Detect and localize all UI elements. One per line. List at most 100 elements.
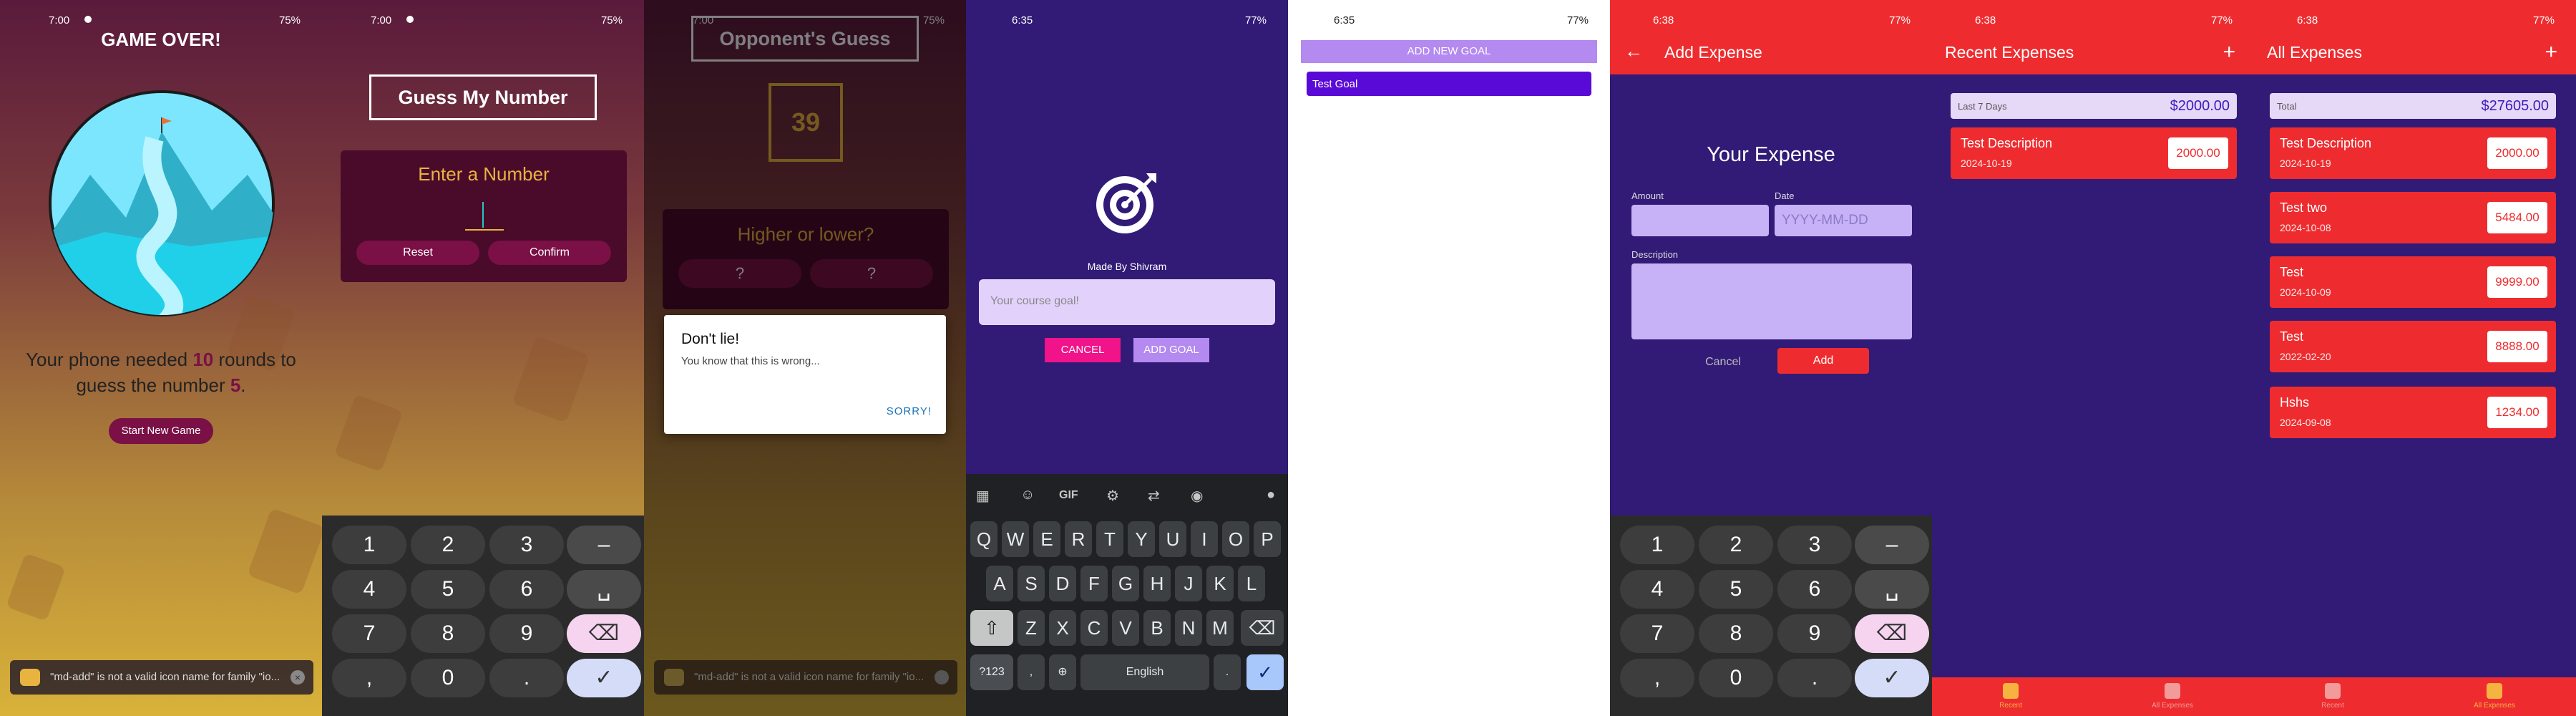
key-6[interactable]: 6 [1777,570,1852,609]
key-m[interactable]: M [1206,610,1234,646]
key-j[interactable]: J [1175,566,1202,601]
cancel-button[interactable]: CANCEL [1045,338,1121,362]
backspace-icon[interactable]: ⌫ [1855,614,1929,653]
key-7[interactable]: 7 [332,614,406,653]
expense-item[interactable]: Test Description 2024-10-19 2000.00 [1951,127,2237,179]
add-icon[interactable]: + [2223,40,2235,64]
add-icon[interactable]: + [2545,40,2557,64]
number-input[interactable] [465,195,504,231]
key-f[interactable]: F [1080,566,1108,601]
space-key[interactable]: English [1080,654,1209,690]
key-p[interactable]: P [1254,521,1281,557]
key-k[interactable]: K [1206,566,1234,601]
add-new-goal-button[interactable]: ADD NEW GOAL [1301,40,1597,63]
tab-all-expenses[interactable]: All Expenses [2129,683,2215,710]
description-input[interactable] [1631,263,1912,339]
key-1[interactable]: 1 [1620,526,1694,564]
shift-icon[interactable]: ⇧ [970,610,1013,646]
key-3[interactable]: 3 [1777,526,1852,564]
translate-icon[interactable]: ⇄ [1148,487,1160,505]
key-0[interactable]: 0 [1699,659,1773,697]
key-w[interactable]: W [1002,521,1029,557]
key-b[interactable]: B [1143,610,1171,646]
key-0[interactable]: 0 [411,659,485,697]
start-new-game-button[interactable]: Start New Game [109,418,213,444]
reset-button[interactable]: Reset [356,241,479,265]
key-t[interactable]: T [1096,521,1123,557]
key-7[interactable]: 7 [1620,614,1694,653]
key-8[interactable]: 8 [411,614,485,653]
key-2[interactable]: 2 [1699,526,1773,564]
gif-button[interactable]: GIF [1059,489,1078,502]
amount-input[interactable] [1631,205,1769,236]
tab-all-expenses[interactable]: All Expenses [2451,683,2537,710]
key-1[interactable]: 1 [332,526,406,564]
globe-icon[interactable]: ⊕ [1049,654,1076,690]
key-comma[interactable]: , [1018,654,1045,690]
date-input[interactable]: YYYY-MM-DD [1775,205,1912,236]
key-n[interactable]: N [1175,610,1202,646]
key-comma[interactable]: , [332,659,406,697]
confirm-button[interactable]: Confirm [488,241,611,265]
backspace-icon[interactable]: ⌫ [1241,610,1284,646]
key-s[interactable]: S [1018,566,1045,601]
expense-item[interactable]: Test Description 2024-10-19 2000.00 [2270,127,2556,179]
key-r[interactable]: R [1065,521,1092,557]
checkmark-icon[interactable]: ✓ [1246,654,1284,690]
key-space[interactable]: ␣ [567,570,641,609]
key-4[interactable]: 4 [1620,570,1694,609]
key-e[interactable]: E [1033,521,1060,557]
close-icon[interactable]: × [291,670,305,684]
key-8[interactable]: 8 [1699,614,1773,653]
goal-list-item[interactable]: Test Goal [1307,72,1591,96]
key-space[interactable]: ␣ [1855,570,1929,609]
key-minus[interactable]: – [567,526,641,564]
sticker-icon[interactable]: ☺ [1020,487,1035,503]
key-comma[interactable]: , [1620,659,1694,697]
key-5[interactable]: 5 [411,570,485,609]
key-a[interactable]: A [986,566,1013,601]
key-minus[interactable]: – [1855,526,1929,564]
key-6[interactable]: 6 [489,570,564,609]
key-9[interactable]: 9 [1777,614,1852,653]
key-2[interactable]: 2 [411,526,485,564]
add-goal-button[interactable]: ADD GOAL [1133,338,1209,362]
key-period[interactable]: . [1214,654,1241,690]
key-5[interactable]: 5 [1699,570,1773,609]
symbols-key[interactable]: ?123 [970,654,1013,690]
key-h[interactable]: H [1143,566,1171,601]
sorry-button[interactable]: SORRY! [887,405,932,417]
error-toast[interactable]: "md-add" is not a valid icon name for fa… [10,660,313,695]
expense-item[interactable]: Test 2024-10-09 9999.00 [2270,256,2556,308]
key-z[interactable]: Z [1018,610,1045,646]
goal-input[interactable]: Your course goal! [979,279,1275,325]
apps-grid-icon[interactable]: ▦ [976,487,990,505]
key-o[interactable]: O [1222,521,1249,557]
cancel-button[interactable]: Cancel [1702,349,1745,375]
key-x[interactable]: X [1049,610,1076,646]
checkmark-icon[interactable]: ✓ [567,659,641,697]
add-button[interactable]: Add [1777,348,1869,374]
palette-icon[interactable]: ◉ [1191,487,1203,505]
backspace-icon[interactable]: ⌫ [567,614,641,653]
key-period[interactable]: . [489,659,564,697]
key-y[interactable]: Y [1128,521,1155,557]
key-v[interactable]: V [1112,610,1139,646]
key-q[interactable]: Q [970,521,997,557]
key-c[interactable]: C [1080,610,1108,646]
key-3[interactable]: 3 [489,526,564,564]
key-u[interactable]: U [1159,521,1186,557]
key-4[interactable]: 4 [332,570,406,609]
gear-icon[interactable]: ⚙ [1106,487,1119,505]
error-toast[interactable]: "md-add" is not a valid icon name for fa… [654,660,957,695]
expense-item[interactable]: Test 2022-02-20 8888.00 [2270,321,2556,372]
key-9[interactable]: 9 [489,614,564,653]
expense-item[interactable]: Test two 2024-10-08 5484.00 [2270,192,2556,243]
back-arrow-icon[interactable]: ← [1624,40,1643,62]
key-g[interactable]: G [1112,566,1139,601]
expense-item[interactable]: Hshs 2024-09-08 1234.00 [2270,387,2556,438]
close-icon[interactable] [935,670,949,684]
key-period[interactable]: . [1777,659,1852,697]
key-l[interactable]: L [1238,566,1265,601]
tab-recent[interactable]: Recent [1968,683,2054,710]
